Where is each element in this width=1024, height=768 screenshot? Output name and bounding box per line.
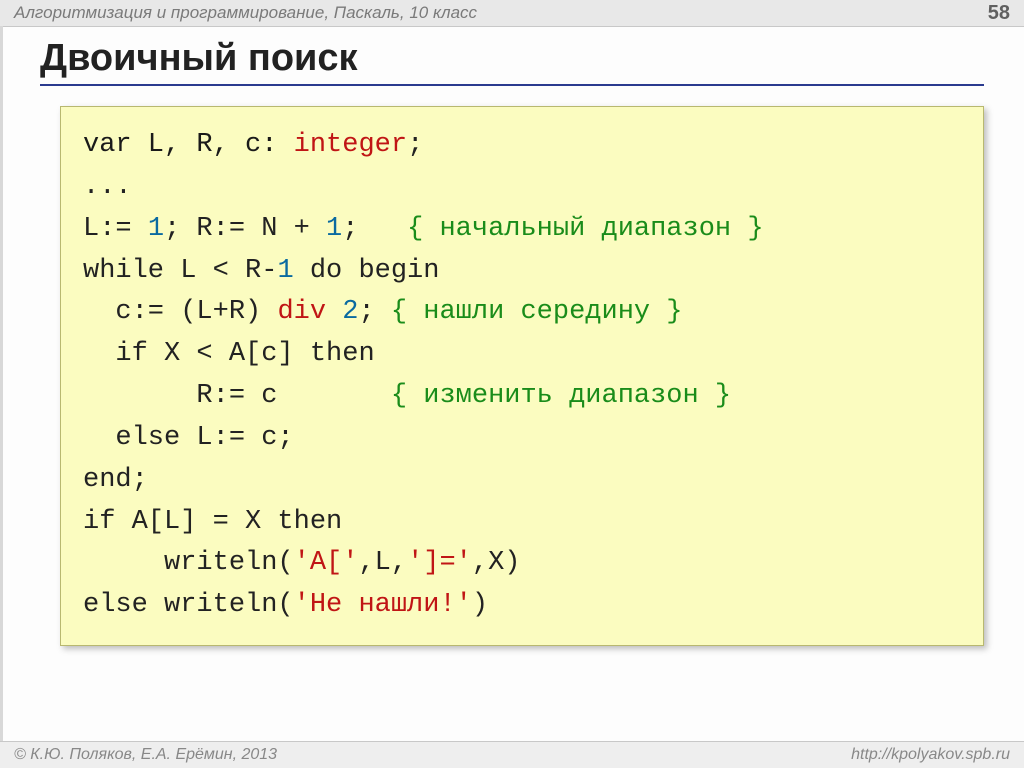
code-line: R:= c { изменить диапазон } [83,381,731,411]
page-number: 58 [988,2,1010,25]
code-line: L:= 1; R:= N + 1; { начальный диапазон } [83,214,764,244]
page-title: Двоичный поиск [40,37,984,86]
code-line: else writeln('Не нашли!') [83,590,488,620]
code-block: var L, R, c: integer; ... L:= 1; R:= N +… [60,106,984,646]
code-line: else L:= c; [83,423,294,453]
code-line: ... [83,172,132,202]
code-line: c:= (L+R) div 2; { нашли середину } [83,297,683,327]
breadcrumb: Алгоритмизация и программирование, Паска… [14,3,477,23]
code-line: end; [83,465,148,495]
left-margin-rule [0,26,3,742]
code-line: while L < R-1 do begin [83,256,439,286]
header-bar: Алгоритмизация и программирование, Паска… [0,0,1024,27]
code-line: writeln('A[',L,']=',X) [83,548,520,578]
code-line: if X < A[c] then [83,339,375,369]
footer-bar: © К.Ю. Поляков, Е.А. Ерёмин, 2013 http:/… [0,741,1024,768]
code-line: var L, R, c: integer; [83,130,423,160]
footer-copyright: © К.Ю. Поляков, Е.А. Ерёмин, 2013 [14,746,277,764]
title-area: Двоичный поиск [0,27,1024,92]
code-line: if A[L] = X then [83,507,342,537]
footer-url: http://kpolyakov.spb.ru [851,746,1010,764]
